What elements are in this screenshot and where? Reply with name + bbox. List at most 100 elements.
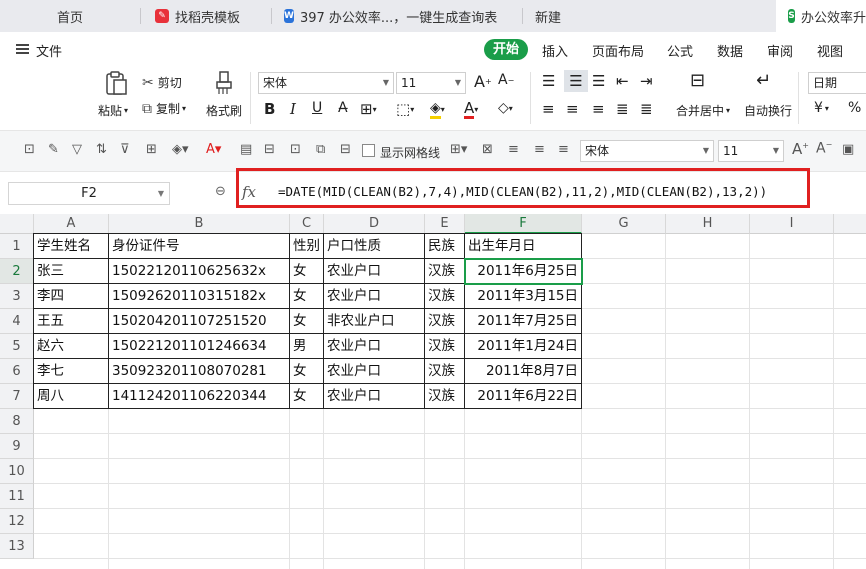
menu-view[interactable]: 视图 bbox=[817, 41, 843, 60]
column-header-c[interactable]: C bbox=[290, 214, 324, 234]
cell-a7[interactable]: 周八 bbox=[34, 384, 109, 409]
cell-b5[interactable]: 150221201101246634 bbox=[109, 334, 290, 359]
cell-b6[interactable]: 350923201108070281 bbox=[109, 359, 290, 384]
cut-button[interactable]: ✂ 剪切 bbox=[142, 74, 182, 91]
merge-center-button[interactable]: 合并居中 ▾ bbox=[676, 102, 730, 119]
cell-d3[interactable]: 农业户口 bbox=[324, 284, 425, 309]
quick-font-size-select[interactable]: 11 ▼ bbox=[718, 140, 784, 162]
row-header-1[interactable]: 1 bbox=[0, 234, 34, 259]
cell-a5[interactable]: 赵六 bbox=[34, 334, 109, 359]
filter-clear-icon[interactable]: ⊽ bbox=[120, 142, 130, 157]
formula-input[interactable]: =DATE(MID(CLEAN(B2),7,4),MID(CLEAN(B2),1… bbox=[278, 184, 767, 199]
menu-page-layout[interactable]: 页面布局 bbox=[592, 41, 644, 60]
clear-format-icon[interactable]: ◇ ▾ bbox=[498, 100, 513, 116]
cell-d5[interactable]: 农业户口 bbox=[324, 334, 425, 359]
cell-d7[interactable]: 农业户口 bbox=[324, 384, 425, 409]
cell-f1[interactable]: 出生年月日 bbox=[465, 234, 582, 259]
column-header-d[interactable]: D bbox=[324, 214, 425, 234]
freeze-icon[interactable]: ⧉ bbox=[316, 142, 325, 157]
select-all-corner[interactable] bbox=[0, 214, 34, 234]
cell-a1[interactable]: 学生姓名 bbox=[34, 234, 109, 259]
column-header-b[interactable]: B bbox=[109, 214, 290, 234]
align-left-icon[interactable]: ≡ bbox=[542, 100, 555, 118]
table-borders-icon[interactable]: ⊞ bbox=[146, 142, 157, 157]
edit-icon[interactable]: ✎ bbox=[48, 142, 59, 157]
cell-c2[interactable]: 女 bbox=[290, 259, 324, 284]
active-cell-f2[interactable] bbox=[464, 258, 583, 285]
cell-e3[interactable]: 汉族 bbox=[425, 284, 465, 309]
cell-a4[interactable]: 王五 bbox=[34, 309, 109, 334]
quick-increase-font-icon[interactable]: A+ bbox=[792, 140, 809, 158]
cell-b7[interactable]: 141124201106220344 bbox=[109, 384, 290, 409]
cell-d2[interactable]: 农业户口 bbox=[324, 259, 425, 284]
fx-icon[interactable]: fx bbox=[242, 183, 256, 201]
text-color-icon[interactable]: A▾ bbox=[206, 142, 221, 157]
row-header-5[interactable]: 5 bbox=[0, 334, 34, 359]
format-painter-button[interactable]: 格式刷 bbox=[206, 102, 242, 119]
number-format-icon[interactable]: ⊡ bbox=[24, 142, 35, 157]
merge-center-icon[interactable]: ⊟ bbox=[690, 70, 705, 91]
menu-insert[interactable]: 插入 bbox=[542, 41, 568, 60]
distributed-icon[interactable]: ≣ bbox=[640, 100, 653, 118]
cell-f4[interactable]: 2011年7月25日 bbox=[465, 309, 582, 334]
cell-d1[interactable]: 户口性质 bbox=[324, 234, 425, 259]
cell-e7[interactable]: 汉族 bbox=[425, 384, 465, 409]
cell-e1[interactable]: 民族 bbox=[425, 234, 465, 259]
cell-d4[interactable]: 非农业户口 bbox=[324, 309, 425, 334]
zoom-icon[interactable]: ⊖ bbox=[215, 184, 226, 199]
name-box[interactable]: F2 ▼ bbox=[8, 182, 170, 205]
cell-c7[interactable]: 女 bbox=[290, 384, 324, 409]
increase-indent-icon[interactable]: ⇥ bbox=[640, 72, 653, 90]
row-header-11[interactable]: 11 bbox=[0, 484, 34, 509]
cell-c6[interactable]: 女 bbox=[290, 359, 324, 384]
cell-e5[interactable]: 汉族 bbox=[425, 334, 465, 359]
cell-b3[interactable]: 15092620110315182x bbox=[109, 284, 290, 309]
cell-c5[interactable]: 男 bbox=[290, 334, 324, 359]
column-header-f[interactable]: F bbox=[465, 214, 582, 234]
cell-b2[interactable]: 15022120110625632x bbox=[109, 259, 290, 284]
screenshot-icon[interactable]: ⊡ bbox=[290, 142, 301, 157]
column-header-e[interactable]: E bbox=[425, 214, 465, 234]
clear-table-icon[interactable]: ⊠ bbox=[482, 142, 493, 157]
copy-button[interactable]: ⧉ 复制 ▾ bbox=[142, 100, 186, 117]
sort-icon[interactable]: ⇅ bbox=[96, 142, 107, 157]
cell-f3[interactable]: 2011年3月15日 bbox=[465, 284, 582, 309]
underline-icon[interactable]: U bbox=[312, 100, 322, 116]
cell-e2[interactable]: 汉族 bbox=[425, 259, 465, 284]
bold-icon[interactable]: B bbox=[264, 100, 275, 118]
menu-data[interactable]: 数据 bbox=[717, 41, 743, 60]
quick-font-name-select[interactable]: 宋体 ▼ bbox=[580, 140, 714, 162]
decrease-indent-icon[interactable]: ⇤ bbox=[616, 72, 629, 90]
paste-icon[interactable] bbox=[104, 70, 128, 96]
percent-button[interactable]: % bbox=[848, 100, 861, 116]
increase-font-icon[interactable]: A + bbox=[474, 72, 492, 91]
column-header-a[interactable]: A bbox=[34, 214, 109, 234]
tab-docer-templates[interactable]: ✎ 找稻壳模板 bbox=[141, 0, 271, 32]
quick-decrease-font-icon[interactable]: A− bbox=[816, 140, 832, 157]
format-painter-icon[interactable] bbox=[214, 70, 234, 96]
fill-icon[interactable]: ◈▾ bbox=[172, 142, 189, 157]
decrease-font-icon[interactable]: A − bbox=[498, 72, 514, 88]
cell-e6[interactable]: 汉族 bbox=[425, 359, 465, 384]
insert-table-icon[interactable]: ⊟ bbox=[264, 142, 275, 157]
cell-style-icon[interactable]: ⬚ ▾ bbox=[396, 100, 414, 118]
strikethrough-icon[interactable]: A̶ bbox=[338, 100, 348, 116]
cell-f5[interactable]: 2011年1月24日 bbox=[465, 334, 582, 359]
cell-c3[interactable]: 女 bbox=[290, 284, 324, 309]
cell-a6[interactable]: 李七 bbox=[34, 359, 109, 384]
align-right-icon[interactable]: ≡ bbox=[592, 100, 605, 118]
tab-home[interactable]: 首页 bbox=[0, 0, 140, 32]
format-table-icon[interactable]: ▤ bbox=[240, 142, 252, 157]
tab-document-397[interactable]: W 397 办公效率...，一键生成查询表 bbox=[272, 0, 522, 32]
font-name-select[interactable]: 宋体 ▼ bbox=[258, 72, 394, 94]
fill-color-icon[interactable]: ◈ ▾ bbox=[430, 100, 445, 119]
row-header-7[interactable]: 7 bbox=[0, 384, 34, 409]
menu-formulas[interactable]: 公式 bbox=[667, 41, 693, 60]
row-header-2[interactable]: 2 bbox=[0, 259, 34, 284]
cell-b4[interactable]: 150204201107251520 bbox=[109, 309, 290, 334]
currency-button[interactable]: ¥ ▾ bbox=[814, 100, 829, 116]
menu-start[interactable]: 开始 bbox=[484, 39, 528, 60]
row-header-10[interactable]: 10 bbox=[0, 459, 34, 484]
gridlines-checkbox[interactable] bbox=[362, 144, 375, 157]
cell-a3[interactable]: 李四 bbox=[34, 284, 109, 309]
